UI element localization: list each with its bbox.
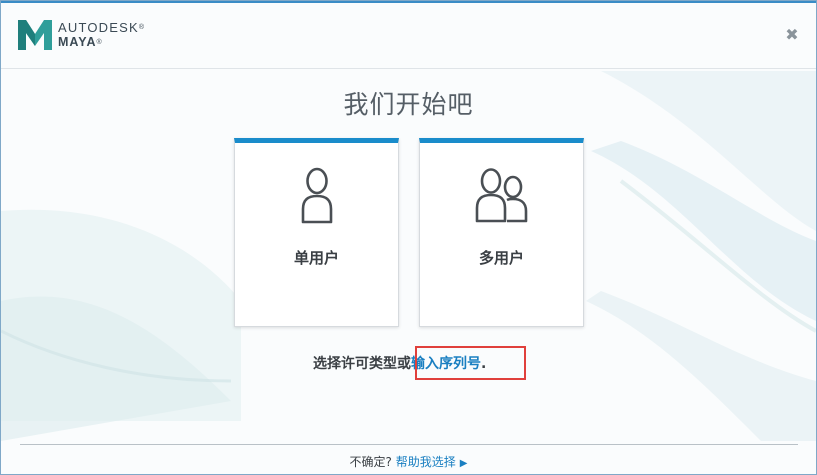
- multi-user-card[interactable]: 多用户: [419, 138, 584, 327]
- footer: 不确定? 帮助我选择 ▶: [1, 453, 816, 470]
- single-user-card[interactable]: 单用户: [234, 138, 399, 327]
- autodesk-maya-logo: AUTODESK® MAYA®: [18, 20, 145, 50]
- help-me-choose-link[interactable]: 帮助我选择: [396, 455, 456, 469]
- header: AUTODESK® MAYA® ✖: [1, 1, 816, 69]
- multi-user-icon: [475, 168, 527, 223]
- prompt-text: 选择许可类型或: [313, 356, 411, 372]
- close-icon[interactable]: ✖: [784, 27, 800, 43]
- footer-question: 不确定?: [349, 455, 392, 469]
- brand-name: AUTODESK®: [58, 20, 146, 35]
- license-prompt: 选择许可类型或输入序列号.: [313, 353, 486, 373]
- enter-serial-number-link[interactable]: 输入序列号: [411, 356, 481, 372]
- prompt-suffix: .: [481, 356, 487, 372]
- play-arrow-icon[interactable]: ▶: [460, 458, 468, 469]
- background-art: [1, 71, 816, 441]
- single-user-icon: [301, 167, 332, 224]
- card-label: 多用户: [478, 249, 524, 267]
- installer-window: AUTODESK® MAYA® ✖ 我们开始吧 单用户 多用户 选择许可类型或输…: [0, 0, 817, 475]
- footer-divider: [20, 444, 798, 445]
- product-name: MAYA®: [58, 35, 103, 49]
- page-title: 我们开始吧: [343, 90, 474, 119]
- maya-logo-icon: [18, 20, 52, 50]
- card-label: 单用户: [293, 249, 339, 267]
